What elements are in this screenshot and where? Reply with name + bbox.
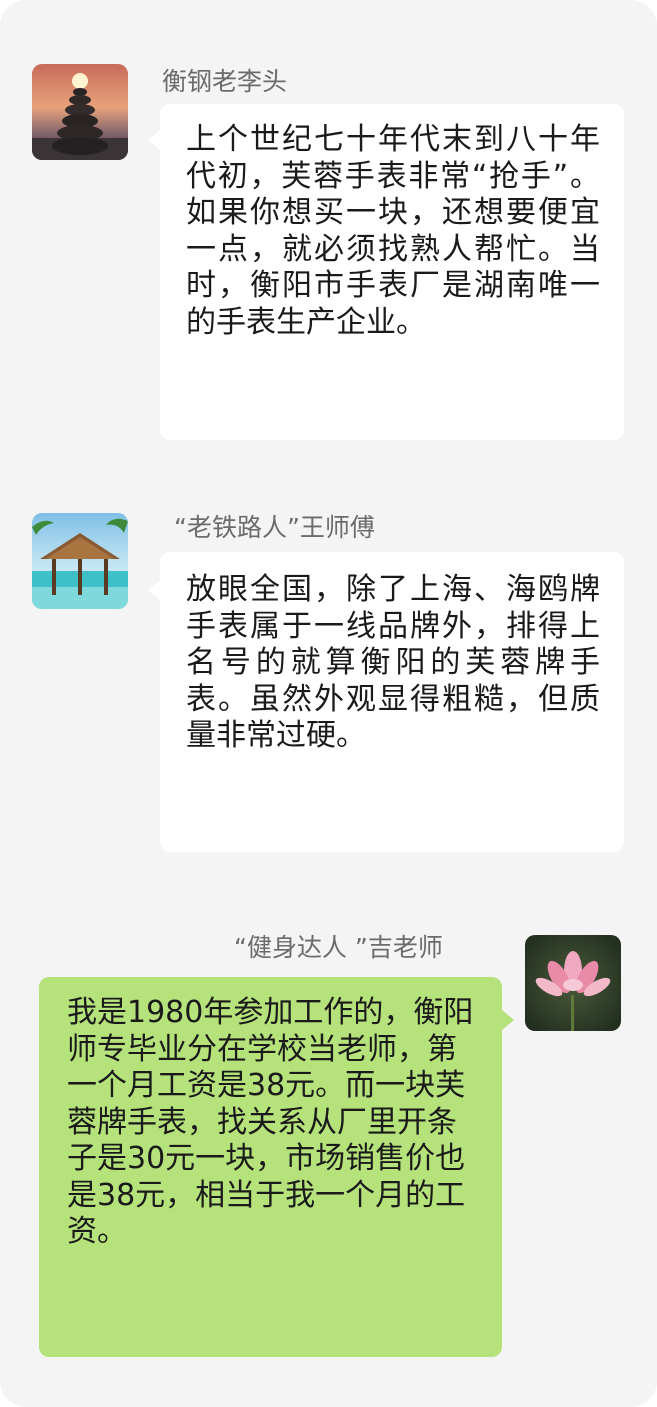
stacked-stones-sunset-avatar-icon: [32, 64, 128, 160]
lotus-flower-avatar-icon: [525, 935, 621, 1031]
avatar-lotus[interactable]: [525, 935, 621, 1031]
chat-panel: 衡钢老李头 上个世纪七十年代末到八十年代初，芙蓉手表非常“抢手”。如果你想买一块…: [0, 0, 657, 1407]
sender-name: “老铁路人”王师傅: [174, 513, 375, 542]
sender-name: “健身达人 ”吉老师: [234, 933, 443, 962]
avatar-stacked-stones[interactable]: [32, 64, 128, 160]
message-bubble[interactable]: 放眼全国，除了上海、海鸥牌手表属于一线品牌外，排得上名号的就算衡阳的芙蓉牌手表。…: [160, 552, 624, 852]
beach-hut-avatar-icon: [32, 513, 128, 609]
bubble-tail: [148, 580, 160, 600]
sender-name: 衡钢老李头: [162, 67, 288, 96]
avatar-beach-hut[interactable]: [32, 513, 128, 609]
bubble-tail: [502, 1010, 514, 1030]
message-bubble[interactable]: 上个世纪七十年代末到八十年代初，芙蓉手表非常“抢手”。如果你想买一块，还想要便宜…: [160, 104, 624, 440]
message-bubble[interactable]: 我是1980年参加工作的，衡阳师专毕业分在学校当老师，第一个月工资是38元。而一…: [39, 977, 502, 1357]
bubble-tail: [148, 130, 160, 150]
